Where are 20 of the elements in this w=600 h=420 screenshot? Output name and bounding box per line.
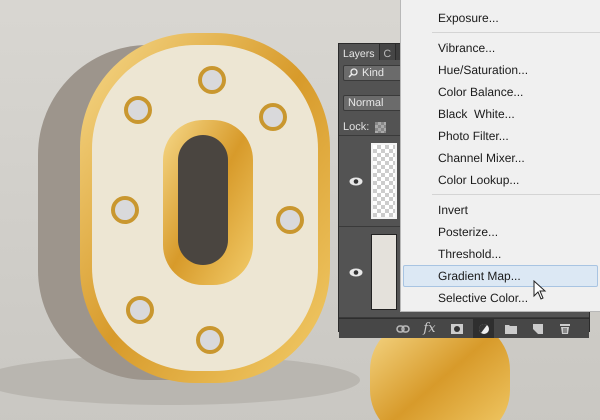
eye-icon[interactable] [349,176,363,186]
search-icon [348,68,358,78]
menu-item[interactable]: Posterize... [403,221,598,243]
menu-item[interactable]: Vibrance... [403,37,598,59]
menu-item[interactable]: Selective Color... [403,287,598,309]
lock-label: Lock: [343,121,370,133]
lock-transparency-icon[interactable] [375,122,386,132]
menu-item[interactable]: Color Lookup... [403,169,598,191]
menu-item[interactable]: Gradient Map... [403,265,598,287]
menu-item[interactable]: Photo Filter... [403,125,598,147]
menu-item[interactable]: Invert [403,199,598,221]
eye-icon[interactable] [349,268,363,276]
panel-tab[interactable]: C [380,44,396,60]
layer-thumbnail[interactable] [371,234,397,310]
menu-item[interactable]: Channel Mixer... [403,147,598,169]
panel-tab[interactable]: Layers [339,44,380,60]
fx-button[interactable]: fx [419,319,440,338]
menu-item[interactable]: Threshold... [403,243,598,265]
menu-item[interactable]: Exposure... [403,7,598,29]
cursor-icon [533,280,547,300]
